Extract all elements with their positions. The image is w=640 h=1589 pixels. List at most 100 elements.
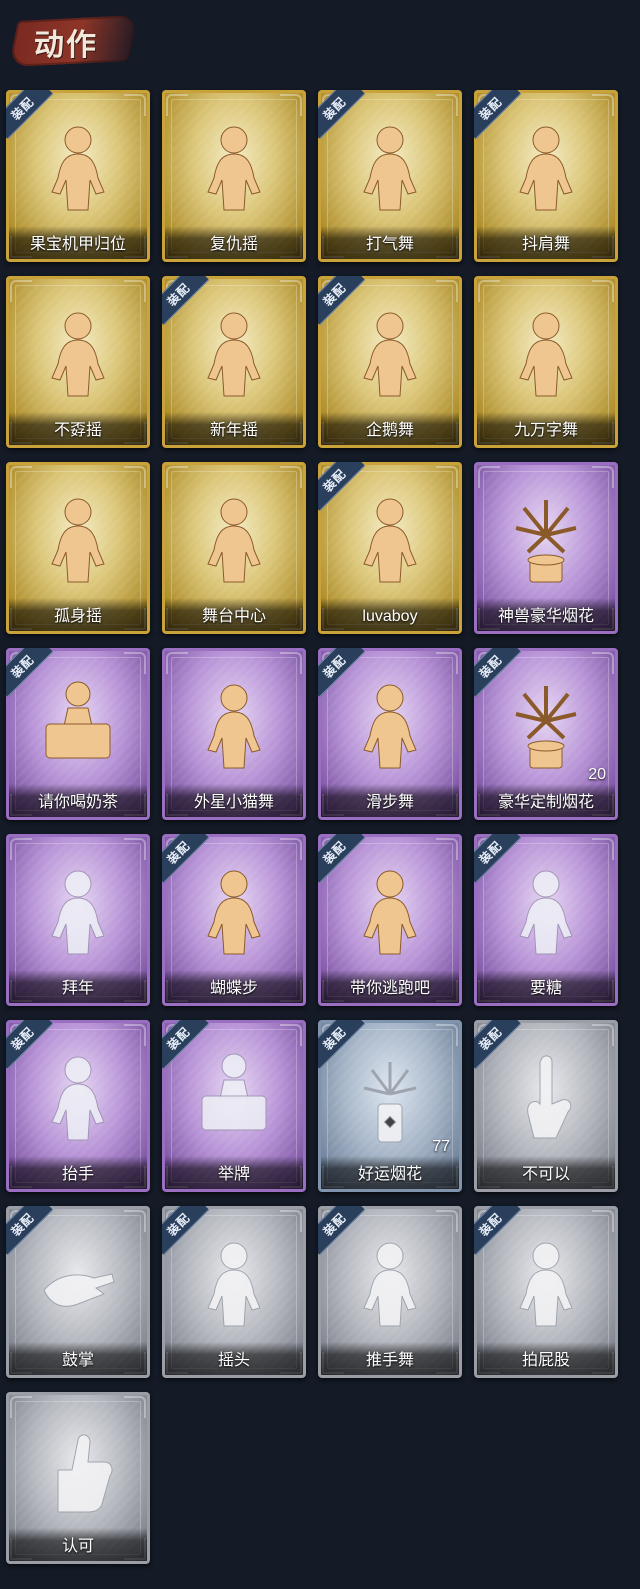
emote-card[interactable]: 鼓掌 装配 — [6, 1206, 150, 1378]
emote-card[interactable]: luvaboy 装配 — [318, 462, 462, 634]
dance-figure-icon — [207, 126, 261, 211]
corner-ornament — [592, 466, 614, 488]
emote-card[interactable]: 拜年 — [6, 834, 150, 1006]
corner-ornament — [124, 838, 146, 860]
corner-ornament — [280, 838, 302, 860]
dance-figure-icon — [207, 684, 261, 769]
emote-name: 摇头 — [217, 1352, 250, 1369]
emote-name: 带你逃跑吧 — [349, 980, 430, 997]
emote-card[interactable]: 不可以 装配 — [474, 1020, 618, 1192]
emote-card[interactable]: 打气舞 装配 — [318, 90, 462, 262]
dance-figure-icon — [363, 870, 417, 955]
emote-card[interactable]: 举牌 装配 — [162, 1020, 306, 1192]
emote-name: 要糖 — [529, 980, 562, 997]
emote-card[interactable]: 要糖 装配 — [474, 834, 618, 1006]
corner-ornament — [280, 1024, 302, 1046]
emote-card[interactable]: 不孬摇 — [6, 276, 150, 448]
emote-name: 孤身摇 — [53, 608, 102, 625]
dance-figure-icon — [363, 126, 417, 211]
emote-card[interactable]: 孤身摇 — [6, 462, 150, 634]
emote-name: luvaboy — [362, 608, 418, 625]
corner-ornament — [592, 94, 614, 116]
emote-name: 外星小猫舞 — [193, 794, 274, 811]
emote-card[interactable]: 九万字舞 — [474, 276, 618, 448]
corner-ornament — [280, 466, 302, 488]
corner-ornament — [124, 1396, 146, 1418]
corner-ornament — [436, 1210, 458, 1232]
item-count: 77 — [432, 1138, 450, 1155]
emote-name: 推手舞 — [365, 1352, 414, 1369]
corner-ornament — [124, 1210, 146, 1232]
emote-card[interactable]: 神兽豪华烟花 — [474, 462, 618, 634]
emote-name: 不可以 — [521, 1166, 570, 1183]
emote-name: 拍屁股 — [521, 1352, 570, 1369]
corner-ornament — [280, 652, 302, 674]
corner-ornament — [592, 838, 614, 860]
beg-figure-icon — [519, 870, 573, 955]
dance-figure-icon — [363, 684, 417, 769]
emote-card[interactable]: 蝴蝶步 装配 — [162, 834, 306, 1006]
shake-head-figure-icon — [207, 1242, 261, 1327]
corner-ornament — [10, 280, 32, 302]
emote-card[interactable]: 滑步舞 装配 — [318, 648, 462, 820]
emote-name: 好运烟花 — [357, 1166, 422, 1183]
emote-card[interactable]: 舞台中心 — [162, 462, 306, 634]
corner-ornament — [478, 280, 500, 302]
sign-figure-icon — [201, 1053, 267, 1131]
emote-name: 抬手 — [61, 1166, 94, 1183]
clap-hands-icon — [43, 1273, 115, 1307]
pat-figure-icon — [519, 1242, 573, 1327]
emote-name: 神兽豪华烟花 — [497, 608, 594, 625]
corner-ornament — [166, 94, 188, 116]
emote-name: 认可 — [61, 1538, 94, 1555]
corner-ornament — [10, 838, 32, 860]
corner-ornament — [124, 94, 146, 116]
corner-ornament — [166, 466, 188, 488]
emote-name: 豪华定制烟花 — [497, 794, 594, 811]
emote-card[interactable]: 带你逃跑吧 装配 — [318, 834, 462, 1006]
emote-card[interactable]: 果宝机甲归位 装配 — [6, 90, 150, 262]
corner-ornament — [280, 94, 302, 116]
corner-ornament — [124, 466, 146, 488]
dance-figure-icon — [207, 312, 261, 397]
emote-card[interactable]: 豪华定制烟花 20 装配 — [474, 648, 618, 820]
emote-name: 鼓掌 — [61, 1352, 94, 1369]
emote-card[interactable]: 认可 — [6, 1392, 150, 1564]
dance-figure-icon — [363, 312, 417, 397]
dance-figure-icon — [519, 126, 573, 211]
emote-card[interactable]: 抬手 装配 — [6, 1020, 150, 1192]
emote-card[interactable]: 好运烟花 77 装配 — [318, 1020, 462, 1192]
emote-name: 复仇摇 — [209, 236, 258, 253]
emote-card[interactable]: 抖肩舞 装配 — [474, 90, 618, 262]
dance-figure-icon — [51, 312, 105, 397]
emote-name: 抖肩舞 — [521, 236, 570, 253]
emote-name: 举牌 — [217, 1166, 250, 1183]
dance-figure-icon — [519, 312, 573, 397]
corner-ornament — [166, 652, 188, 674]
emote-card[interactable]: 复仇摇 — [162, 90, 306, 262]
fireworks-icon — [515, 500, 577, 583]
emote-card[interactable]: 请你喝奶茶 装配 — [6, 648, 150, 820]
section-header: 动作 — [0, 0, 640, 88]
emote-card[interactable]: 新年摇 装配 — [162, 276, 306, 448]
emote-card[interactable]: 外星小猫舞 — [162, 648, 306, 820]
corner-ornament — [478, 466, 500, 488]
dance-figure-icon — [51, 498, 105, 583]
dance-figure-icon — [363, 498, 417, 583]
corner-ornament — [10, 466, 32, 488]
emote-card[interactable]: 企鹅舞 装配 — [318, 276, 462, 448]
emote-card[interactable]: 摇头 装配 — [162, 1206, 306, 1378]
emote-card[interactable]: 推手舞 装配 — [318, 1206, 462, 1378]
emote-name: 打气舞 — [365, 236, 414, 253]
emote-grid: 果宝机甲归位 装配复仇摇 打气舞 装配 抖肩舞 装配不孬摇 新年摇 装配 企鹅舞 装配 九万字舞孤身… — [6, 90, 618, 1564]
firework-can-icon — [363, 1062, 417, 1143]
corner-ornament — [436, 838, 458, 860]
dance-figure-icon — [207, 870, 261, 955]
corner-ornament — [436, 1024, 458, 1046]
item-count: 20 — [588, 766, 606, 783]
corner-ornament — [436, 652, 458, 674]
corner-ornament — [10, 1396, 32, 1418]
emote-name: 企鹅舞 — [365, 422, 414, 439]
corner-ornament — [592, 1210, 614, 1232]
emote-card[interactable]: 拍屁股 装配 — [474, 1206, 618, 1378]
